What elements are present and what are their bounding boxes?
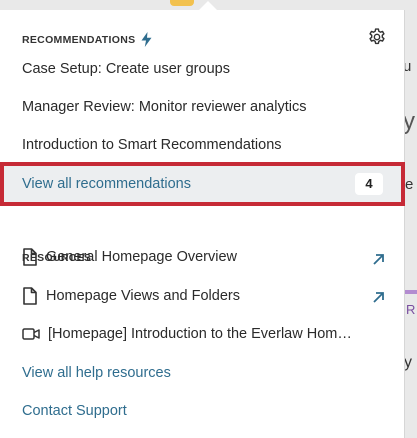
background-text: R xyxy=(406,302,416,317)
background-text: e xyxy=(405,176,414,193)
view-all-recommendations-label: View all recommendations xyxy=(22,176,191,192)
background-tab-marker xyxy=(170,0,194,6)
resource-label: [Homepage] Introduction to the Everlaw H… xyxy=(48,326,352,342)
document-icon xyxy=(23,287,37,305)
resource-item-homepage-views[interactable]: Homepage Views and Folders xyxy=(22,287,240,305)
external-link-icon xyxy=(373,292,384,303)
view-all-help-resources-link[interactable]: View all help resources xyxy=(22,365,171,381)
dropdown-caret xyxy=(199,1,217,10)
gear-icon[interactable] xyxy=(367,27,387,47)
recommendation-item[interactable]: Introduction to Smart Recommendations xyxy=(22,137,282,153)
resource-label: Homepage Views and Folders xyxy=(46,288,240,304)
background-text: y xyxy=(404,354,412,371)
resource-item-general-homepage[interactable]: General Homepage Overview xyxy=(22,248,237,266)
resource-label: General Homepage Overview xyxy=(46,249,238,265)
external-link-icon xyxy=(373,254,384,265)
recommendation-item[interactable]: Manager Review: Monitor reviewer analyti… xyxy=(22,99,306,115)
view-all-recommendations-button[interactable]: View all recommendations 4 xyxy=(0,162,405,206)
background-bar xyxy=(403,290,417,294)
resource-item-intro-video[interactable]: [Homepage] Introduction to the Everlaw H… xyxy=(22,326,352,342)
recommendation-item[interactable]: Case Setup: Create user groups xyxy=(22,61,230,77)
lightning-icon xyxy=(141,32,152,47)
contact-support-link[interactable]: Contact Support xyxy=(22,403,127,419)
recommendations-header-label: RECOMMENDATIONS xyxy=(22,33,136,46)
help-recommendations-dropdown: RECOMMENDATIONS Case Setup: Create user … xyxy=(0,1,405,438)
recommendations-header: RECOMMENDATIONS xyxy=(22,32,152,47)
document-icon xyxy=(23,248,37,266)
video-icon xyxy=(22,328,40,340)
recommendations-count-badge: 4 xyxy=(355,173,383,195)
